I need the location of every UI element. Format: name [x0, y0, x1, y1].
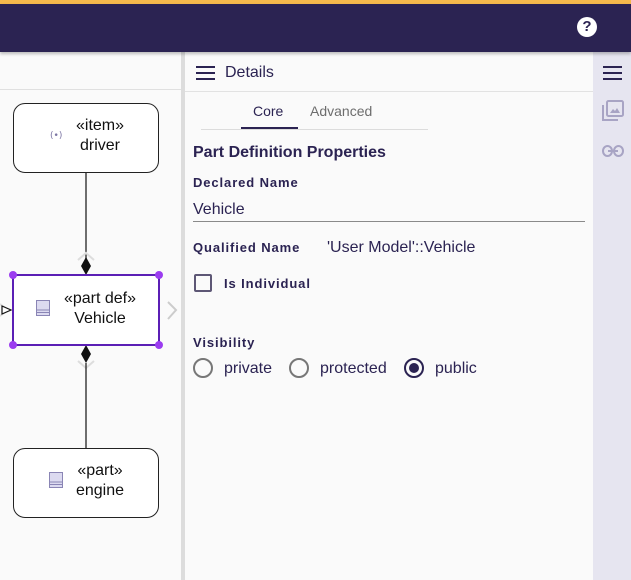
svg-text:(•): (•): [50, 131, 62, 140]
details-header: Details: [185, 52, 593, 92]
port-triangle: [1, 305, 13, 315]
qualified-name-label: Qualified Name: [193, 240, 301, 255]
composition-diamond-bottom: [81, 345, 91, 363]
visibility-protected-radio[interactable]: [289, 358, 309, 378]
active-tab-indicator: [241, 127, 298, 129]
node-stereotype: «part»: [77, 462, 123, 479]
node-vehicle[interactable]: «part def» Vehicle: [12, 274, 160, 346]
node-name: engine: [75, 482, 125, 499]
part-icon: [36, 300, 50, 316]
resize-handle-se[interactable]: [155, 341, 163, 349]
details-title: Details: [225, 64, 274, 81]
details-tabs: Core Advanced: [201, 100, 428, 130]
resize-handle-nw[interactable]: [9, 271, 17, 279]
visibility-public-radio[interactable]: [404, 358, 424, 378]
visibility-private-radio[interactable]: [193, 358, 213, 378]
diagram-canvas[interactable]: (•) «item» driver «part def» Vehicle «pa…: [0, 52, 181, 580]
link-icon[interactable]: [602, 144, 624, 158]
visibility-public-label[interactable]: public: [435, 360, 477, 378]
visibility-protected-label[interactable]: protected: [320, 360, 387, 378]
image-library-icon[interactable]: [602, 100, 624, 122]
resize-handle-sw[interactable]: [9, 341, 17, 349]
tab-advanced[interactable]: Advanced: [310, 103, 372, 119]
composition-diamond-top: [81, 257, 91, 275]
help-icon[interactable]: ?: [577, 17, 597, 37]
part-icon: [49, 472, 63, 488]
is-individual-label: Is Individual: [224, 276, 311, 291]
is-individual-checkbox[interactable]: [194, 274, 212, 292]
tab-core[interactable]: Core: [253, 103, 283, 119]
node-name: Vehicle: [74, 310, 126, 327]
item-icon: (•): [50, 131, 62, 140]
node-driver[interactable]: (•) «item» driver: [13, 103, 159, 173]
node-stereotype: «part def»: [63, 290, 137, 307]
right-sidebar: [593, 52, 631, 580]
app-bar: ?: [0, 4, 631, 52]
resize-handle-ne[interactable]: [155, 271, 163, 279]
visibility-label: Visibility: [193, 335, 256, 350]
menu-icon[interactable]: [196, 66, 215, 80]
qualified-name-value: 'User Model'::Vehicle: [327, 239, 476, 256]
section-title: Part Definition Properties: [193, 144, 386, 161]
node-name: driver: [79, 137, 120, 154]
details-panel: Details Core Advanced Part Definition Pr…: [185, 52, 593, 580]
details-menu-icon[interactable]: [603, 66, 622, 80]
declared-name-input[interactable]: [193, 198, 585, 222]
visibility-private-label[interactable]: private: [224, 360, 272, 378]
node-engine[interactable]: «part» engine: [13, 448, 159, 518]
expand-chevron: [167, 301, 178, 320]
declared-name-label: Declared Name: [193, 175, 299, 190]
node-stereotype: «item»: [75, 117, 125, 134]
